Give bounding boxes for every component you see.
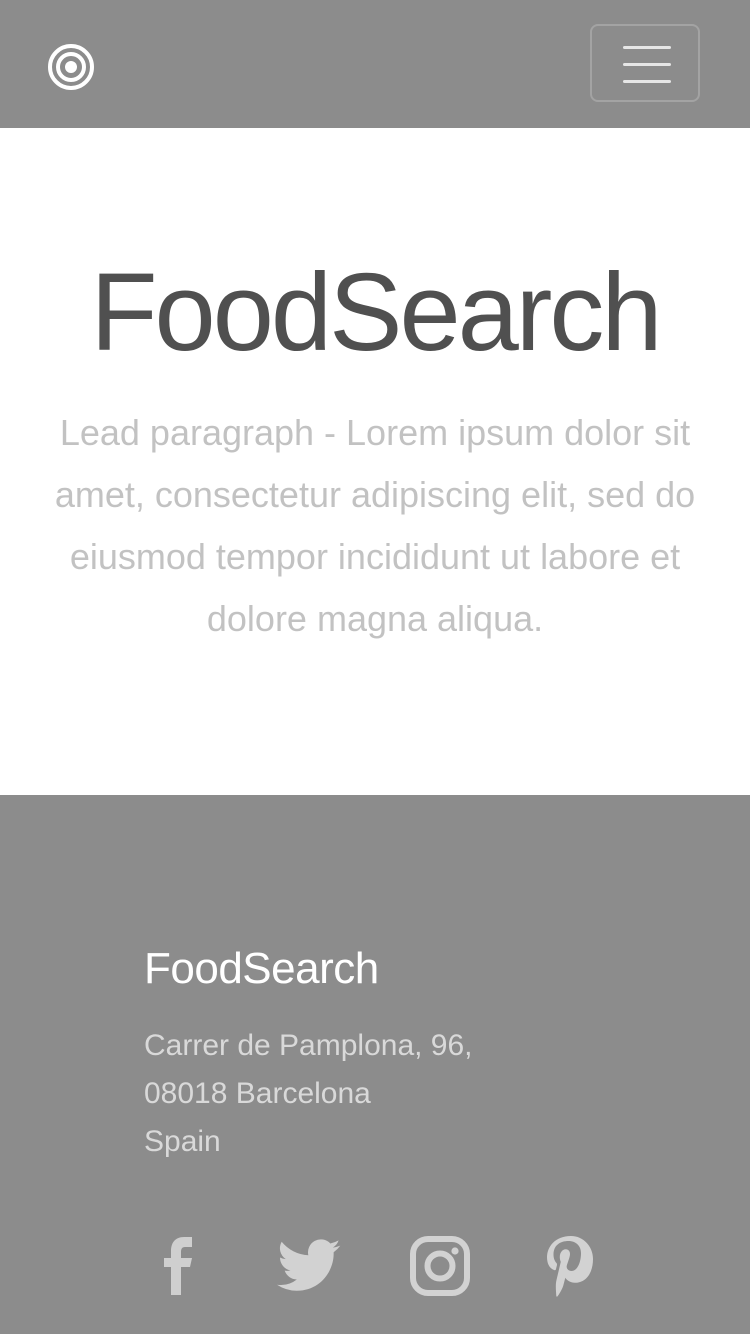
facebook-icon[interactable] — [147, 1233, 213, 1299]
address-line-country: Spain — [144, 1125, 221, 1158]
page: FoodSearch Lead paragraph - Lorem ipsum … — [0, 0, 750, 1334]
address-line-city: 08018 Barcelona — [144, 1077, 371, 1110]
hero-title: FoodSearch — [90, 251, 662, 374]
instagram-icon[interactable] — [407, 1233, 473, 1299]
concentric-circles-icon[interactable] — [47, 43, 95, 91]
top-navbar — [0, 0, 750, 128]
pinterest-icon[interactable] — [537, 1233, 603, 1299]
footer-brand: FoodSearch — [144, 944, 379, 993]
footer: FoodSearch Carrer de Pamplona, 96, 08018… — [0, 795, 750, 1334]
twitter-icon[interactable] — [277, 1233, 343, 1299]
hero-lead-paragraph: Lead paragraph - Lorem ipsum dolor sit a… — [54, 412, 696, 639]
hero-section: FoodSearch Lead paragraph - Lorem ipsum … — [0, 128, 750, 795]
address-line-street: Carrer de Pamplona, 96, — [144, 1029, 473, 1062]
menu-toggle-button[interactable] — [590, 24, 700, 102]
footer-address: Carrer de Pamplona, 96, 08018 Barcelona … — [144, 1022, 473, 1166]
